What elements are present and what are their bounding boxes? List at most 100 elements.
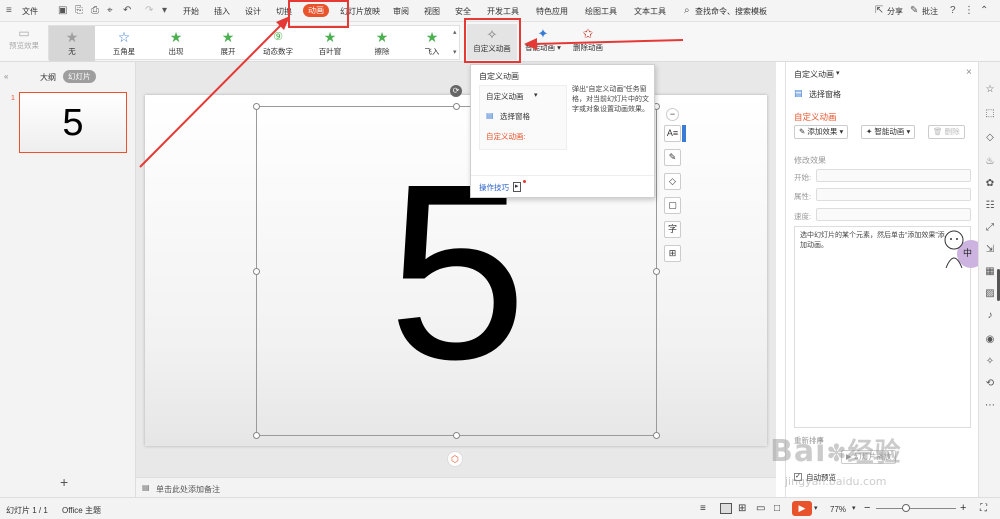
notes-area[interactable]: ▤ 单击此处添加备注 <box>136 477 776 497</box>
fit-window-icon[interactable]: ⛶ <box>980 503 987 514</box>
notes-toggle-icon[interactable]: ≡ <box>700 503 706 514</box>
more-icon[interactable]: ⋯ <box>984 400 996 412</box>
anim-dynamic-number[interactable]: ⑨ 动态数字 <box>255 26 301 61</box>
menu-icon[interactable]: ≡ <box>6 5 12 16</box>
property-select[interactable] <box>816 188 971 201</box>
resize-handle[interactable] <box>453 103 460 110</box>
font-icon[interactable]: 字 <box>664 221 681 238</box>
chevron-down-icon[interactable]: ▾ <box>814 504 818 512</box>
rotate-icon[interactable]: ⟳ <box>450 85 462 97</box>
format-painter-icon[interactable]: ⌖ <box>107 5 113 16</box>
anim-none[interactable]: ★ 无 <box>49 26 95 61</box>
reading-view-icon[interactable]: ▭ <box>756 503 765 514</box>
camera-icon[interactable]: ◉ <box>984 334 996 346</box>
more-options-icon[interactable]: ⋮ <box>964 5 974 16</box>
tab-slideshow[interactable]: 幻灯片放映 <box>340 6 380 17</box>
tab-animation[interactable]: 动画 <box>303 4 329 17</box>
anim-fly-in[interactable]: ★ 飞入 <box>409 26 455 61</box>
reading-mode-icon[interactable]: □ <box>774 503 780 514</box>
share-icon[interactable]: ⇱ <box>875 5 883 16</box>
add-effect-button[interactable]: ✎ 添加效果 ▾ <box>794 125 849 139</box>
audio-icon[interactable]: ♪ <box>984 310 996 322</box>
zoom-slider-thumb[interactable] <box>902 504 910 512</box>
fill-icon[interactable]: ♨ <box>984 156 996 168</box>
collapse-panel-icon[interactable]: « <box>4 72 8 81</box>
magic-icon[interactable]: ✧ <box>984 356 996 368</box>
image-icon[interactable]: ▨ <box>984 288 996 300</box>
assistant-avatar[interactable]: 中 <box>940 228 985 272</box>
tab-developer[interactable]: 开发工具 <box>487 6 519 17</box>
anim-appear[interactable]: ★ 出现 <box>153 26 199 61</box>
smart-animation-button[interactable]: ✦ 智能动画 ▾ <box>521 26 565 53</box>
normal-view-icon[interactable] <box>720 503 732 514</box>
resize-handle[interactable] <box>253 432 260 439</box>
save-icon[interactable]: ▣ <box>58 5 67 16</box>
tab-start[interactable]: 开始 <box>183 6 199 17</box>
effects-icon[interactable]: ⊞ <box>664 245 681 262</box>
zoom-out-icon[interactable]: − <box>864 502 870 514</box>
start-select[interactable] <box>816 169 971 182</box>
slide-thumbnail[interactable]: 5 <box>19 92 127 153</box>
print-icon[interactable]: ⎙ <box>91 5 99 16</box>
gallery-scroll-up-icon[interactable]: ▴ <box>453 28 457 36</box>
anim-expand[interactable]: ★ 展开 <box>205 26 251 61</box>
gallery-expand-icon[interactable]: ▾ <box>453 48 457 56</box>
smart-animation-button[interactable]: ✦ 智能动画 ▾ <box>861 125 916 139</box>
zoom-in-icon[interactable]: + <box>960 502 966 514</box>
collapse-ribbon-icon[interactable]: ⌃ <box>980 5 988 16</box>
tips-link[interactable]: 操作技巧 <box>479 182 509 193</box>
resize-handle[interactable] <box>653 432 660 439</box>
shape-icon[interactable]: ◇ <box>984 132 996 144</box>
tab-security[interactable]: 安全 <box>455 6 471 17</box>
tab-drawing-tools[interactable]: 绘图工具 <box>585 6 617 17</box>
video-icon[interactable]: ▸ <box>513 182 521 192</box>
animation-pane-icon[interactable]: ⬡ <box>447 451 463 467</box>
search-command[interactable]: 查找命令、搜索模板 <box>695 6 767 17</box>
tab-slides[interactable]: 幻灯片 <box>63 70 96 83</box>
fill-icon[interactable]: ◇ <box>664 173 681 190</box>
anim-wipe[interactable]: ★ 擦除 <box>359 26 405 61</box>
custom-animation-button[interactable]: ✧ 自定义动画 <box>467 24 517 60</box>
table-icon[interactable]: ▦ <box>984 266 996 278</box>
select-icon[interactable]: ⬚ <box>984 108 996 120</box>
chevron-down-icon[interactable]: ▾ <box>836 69 840 77</box>
sorter-view-icon[interactable]: ⊞ <box>738 503 746 514</box>
star-icon[interactable]: ☆ <box>984 84 996 96</box>
more-icon[interactable]: ▾ <box>162 5 167 16</box>
comment-icon[interactable]: ✎ <box>910 5 918 16</box>
export-icon[interactable]: ⇲ <box>984 244 996 256</box>
undo-icon[interactable]: ↶ <box>123 5 131 16</box>
tab-text-tools[interactable]: 文本工具 <box>634 6 666 17</box>
tab-special[interactable]: 特色应用 <box>536 6 568 17</box>
tab-outline[interactable]: 大纲 <box>40 72 56 83</box>
tab-insert[interactable]: 插入 <box>214 6 230 17</box>
preview-effect-button[interactable]: ▭ 预览效果 <box>4 26 44 51</box>
redo-icon[interactable]: ↷ <box>145 5 153 16</box>
select-pane-link[interactable]: 选择窗格 <box>809 89 841 100</box>
history-icon[interactable]: ⟲ <box>984 378 996 390</box>
export-icon[interactable]: ⎘ <box>75 5 83 16</box>
delete-button[interactable]: 🗑 删除 <box>928 125 965 139</box>
chevron-down-icon[interactable]: ▾ <box>852 504 856 512</box>
play-button[interactable]: ▶ <box>792 501 812 516</box>
expand-icon[interactable]: ⤢ <box>984 222 996 234</box>
text-layout-icon[interactable]: A≡ <box>664 125 681 142</box>
zoom-level[interactable]: 77% <box>830 505 846 514</box>
close-icon[interactable]: × <box>966 67 972 78</box>
tab-review[interactable]: 审阅 <box>393 6 409 17</box>
share-button[interactable]: 分享 <box>887 6 903 17</box>
resize-handle[interactable] <box>253 103 260 110</box>
plugin-icon[interactable]: ✿ <box>984 178 996 190</box>
delete-animation-button[interactable]: ✩ 删除动画 <box>568 26 608 53</box>
border-icon[interactable]: ▢ <box>664 197 681 214</box>
resize-handle[interactable] <box>453 432 460 439</box>
pen-icon[interactable]: ✎ <box>664 149 681 166</box>
file-menu[interactable]: 文件 <box>22 6 38 17</box>
speed-select[interactable] <box>816 208 971 221</box>
comment-button[interactable]: 批注 <box>922 6 938 17</box>
minus-icon[interactable]: − <box>666 108 679 121</box>
anim-blinds[interactable]: ★ 百叶窗 <box>307 26 353 61</box>
tab-transition[interactable]: 切换 <box>276 6 292 17</box>
tab-design[interactable]: 设计 <box>245 6 261 17</box>
anim-star[interactable]: ☆ 五角星 <box>101 26 147 61</box>
